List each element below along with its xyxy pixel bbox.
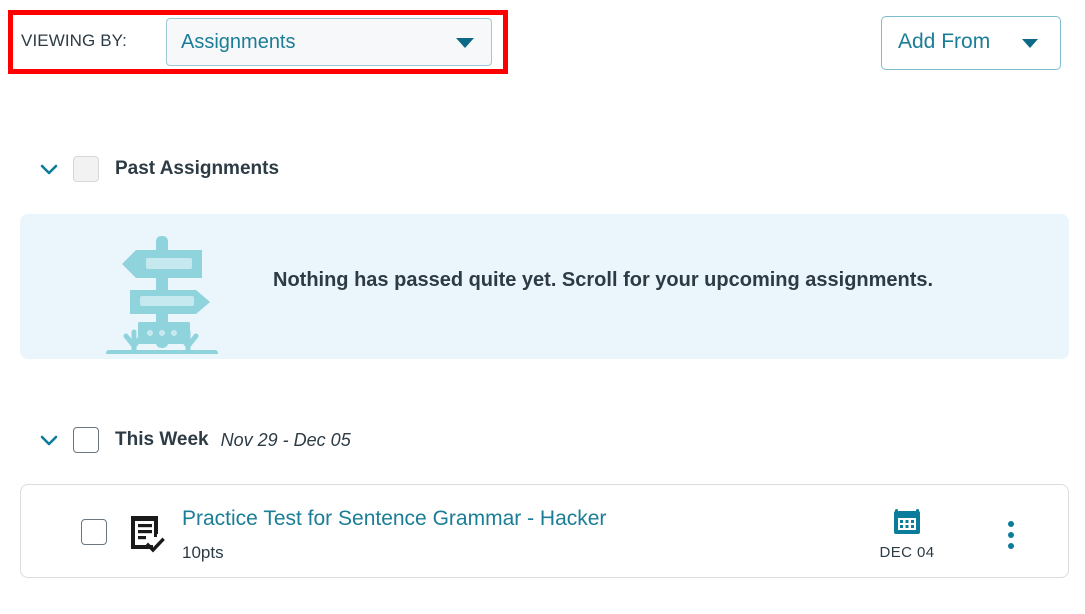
add-from-label: Add From <box>898 30 991 53</box>
section-header-past-assignments: Past Assignments <box>34 152 279 186</box>
assignment-title-link[interactable]: Practice Test for Sentence Grammar - Hac… <box>182 507 606 531</box>
assignment-select-checkbox[interactable] <box>81 519 107 545</box>
section-title-past-assignments: Past Assignments <box>115 158 280 179</box>
assignment-points: 10pts <box>182 543 224 562</box>
toolbar: VIEWING BY: Assignments Add From <box>0 0 1085 86</box>
section-date-range-this-week: Nov 29 - Dec 05 <box>220 429 351 450</box>
section-title-this-week: This Week <box>115 429 209 450</box>
viewing-by-selected-value: Assignments <box>181 31 296 53</box>
collapse-toggle-this-week[interactable] <box>34 425 64 455</box>
collapse-toggle-past-assignments[interactable] <box>34 154 64 184</box>
assignment-due-date: DEC 04 <box>879 544 935 561</box>
chevron-down-icon <box>456 38 474 48</box>
select-all-checkbox-this-week[interactable] <box>73 427 99 453</box>
add-from-button[interactable]: Add From <box>881 16 1061 70</box>
viewing-by-dropdown[interactable]: Assignments <box>166 18 492 66</box>
chevron-down-icon <box>1022 39 1038 48</box>
kebab-dot <box>1008 521 1014 527</box>
viewing-by-label: VIEWING BY: <box>21 31 127 50</box>
empty-state-panel: Nothing has passed quite yet. Scroll for… <box>20 214 1069 359</box>
assignment-row[interactable]: Practice Test for Sentence Grammar - Hac… <box>20 484 1069 578</box>
calendar-icon <box>891 505 923 542</box>
kebab-menu-icon[interactable] <box>1000 521 1022 551</box>
empty-state-message: Nothing has passed quite yet. Scroll for… <box>273 269 934 291</box>
assignment-document-check-icon[interactable] <box>127 513 167 553</box>
section-header-this-week: This Week Nov 29 - Dec 05 <box>34 423 351 457</box>
signpost-icon <box>100 224 225 359</box>
kebab-dot <box>1008 543 1014 549</box>
assignment-due-date-block: DEC 04 <box>861 505 953 561</box>
kebab-dot <box>1008 532 1014 538</box>
select-all-checkbox-past-assignments[interactable] <box>73 156 99 182</box>
